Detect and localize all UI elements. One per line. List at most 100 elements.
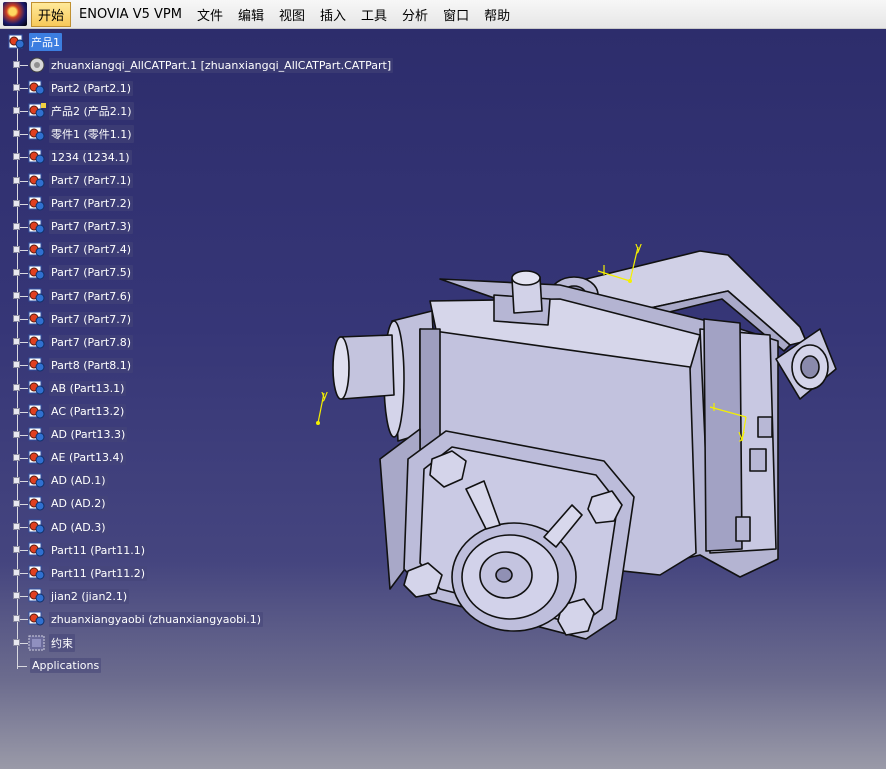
expand-toggle-icon[interactable] — [13, 153, 20, 161]
tree-node[interactable]: Part8 (Part8.1) — [12, 355, 134, 375]
expand-toggle-icon[interactable] — [13, 222, 20, 230]
tree-node-label[interactable]: AD (AD.3) — [49, 519, 108, 535]
expand-toggle-icon[interactable] — [13, 523, 20, 530]
tree-node[interactable]: Part11 (Part11.2) — [12, 563, 147, 583]
menu-view[interactable]: 视图 — [272, 2, 312, 27]
expand-toggle-icon[interactable] — [13, 268, 20, 276]
tree-node[interactable]: Part7 (Part7.3) — [12, 217, 134, 237]
tree-node-label[interactable]: Part7 (Part7.3) — [49, 219, 134, 235]
tree-node[interactable]: Part7 (Part7.6) — [12, 286, 134, 306]
expand-toggle-icon[interactable] — [13, 315, 20, 323]
expand-toggle-icon[interactable] — [13, 384, 20, 392]
tree-node-label[interactable]: Part7 (Part7.4) — [49, 242, 134, 258]
tree-node[interactable]: jian2 (jian2.1) — [12, 586, 130, 606]
tree-node[interactable]: 约束 — [12, 633, 75, 653]
tree-node-label[interactable]: AD (Part13.3) — [49, 427, 128, 443]
tree-node-label[interactable]: Part7 (Part7.5) — [49, 265, 134, 281]
tree-node[interactable]: AB (Part13.1) — [12, 378, 127, 398]
tree-node[interactable]: 零件1 (零件1.1) — [12, 124, 134, 144]
tree-node-label[interactable]: AC (Part13.2) — [49, 404, 127, 419]
menu-enovia[interactable]: ENOVIA V5 VPM — [72, 4, 189, 25]
tree-node[interactable]: Part7 (Part7.2) — [12, 194, 134, 214]
expand-toggle-icon[interactable] — [13, 546, 20, 554]
menu-tools[interactable]: 工具 — [354, 2, 394, 27]
expand-toggle-icon[interactable] — [13, 107, 20, 115]
tree-node[interactable]: Part2 (Part2.1) — [12, 78, 134, 98]
tree-node-label[interactable]: Part8 (Part8.1) — [49, 357, 134, 373]
tree-root[interactable]: 产品1 — [8, 32, 62, 52]
tree-node[interactable]: AD (AD.1) — [12, 471, 108, 491]
menu-edit[interactable]: 编辑 — [231, 2, 271, 27]
tree-node[interactable]: AD (AD.3) — [12, 517, 108, 537]
expand-toggle-icon[interactable] — [13, 592, 20, 600]
tree-connector — [12, 378, 28, 398]
product-gear-icon — [8, 34, 25, 49]
menu-analyze[interactable]: 分析 — [395, 2, 435, 27]
part-gear-icon — [28, 611, 45, 626]
expand-toggle-icon[interactable] — [13, 361, 20, 369]
tree-node[interactable]: Part7 (Part7.5) — [12, 263, 134, 283]
expand-toggle-icon[interactable] — [13, 615, 20, 623]
expand-toggle-icon[interactable] — [13, 199, 20, 207]
expand-toggle-icon[interactable] — [13, 638, 20, 646]
tree-node-label[interactable]: 1234 (1234.1) — [49, 149, 132, 165]
expand-toggle-icon[interactable] — [13, 176, 20, 184]
expand-toggle-icon[interactable] — [13, 338, 20, 346]
tree-node[interactable]: 1234 (1234.1) — [12, 147, 132, 167]
tree-node-label[interactable]: AE (Part13.4) — [49, 450, 126, 466]
tree-node[interactable]: Part7 (Part7.8) — [12, 332, 134, 352]
tree-node-label[interactable]: jian2 (jian2.1) — [49, 588, 130, 604]
tree-node-label[interactable]: Part7 (Part7.2) — [49, 196, 134, 212]
tree-node-label[interactable]: 产品2 (产品2.1) — [49, 102, 134, 121]
expand-toggle-icon[interactable] — [13, 476, 20, 484]
tree-node[interactable]: AD (Part13.3) — [12, 425, 128, 445]
tree-node-label[interactable]: 约束 — [49, 633, 75, 652]
tree-node[interactable]: Part7 (Part7.7) — [12, 309, 134, 329]
tree-node-label[interactable]: AD (AD.2) — [49, 496, 108, 512]
menu-help[interactable]: 帮助 — [477, 2, 517, 27]
expand-toggle-icon[interactable] — [13, 245, 20, 253]
tree-node-label[interactable]: Part7 (Part7.6) — [49, 288, 134, 304]
tree-node-label[interactable]: zhuanxiangyaobi (zhuanxiangyaobi.1) — [49, 611, 263, 627]
expand-toggle-icon[interactable] — [13, 130, 20, 138]
tree-node[interactable]: 产品2 (产品2.1) — [12, 101, 134, 121]
menu-insert[interactable]: 插入 — [313, 2, 353, 27]
tree-root-label[interactable]: 产品1 — [29, 33, 62, 51]
menu-start[interactable]: 开始 — [31, 1, 72, 27]
tree-node-label[interactable]: Part7 (Part7.1) — [49, 173, 134, 188]
tree-node[interactable]: zhuanxiangyaobi (zhuanxiangyaobi.1) — [12, 609, 263, 629]
tree-node-label[interactable]: AD (AD.1) — [49, 473, 108, 489]
tree-node[interactable]: Part11 (Part11.1) — [12, 540, 147, 560]
tree-node-label[interactable]: Part11 (Part11.2) — [49, 565, 147, 581]
tree-connector — [12, 78, 28, 98]
expand-toggle-icon[interactable] — [13, 61, 20, 68]
tree-node-label[interactable]: 零件1 (零件1.1) — [49, 125, 134, 144]
tree-node-label[interactable]: Part7 (Part7.8) — [49, 334, 134, 350]
expand-toggle-icon[interactable] — [13, 453, 20, 461]
tree-node[interactable]: AC (Part13.2) — [12, 402, 127, 422]
tree-node[interactable]: Part7 (Part7.1) — [12, 171, 134, 191]
tree-applications[interactable]: Applications — [14, 655, 102, 676]
tree-node[interactable]: Part7 (Part7.4) — [12, 240, 134, 260]
menu-window[interactable]: 窗口 — [436, 2, 476, 27]
tree-node-label[interactable]: Part2 (Part2.1) — [49, 80, 134, 96]
tree-node-label[interactable]: zhuanxiangqi_AllCATPart.1 [zhuanxiangqi_… — [49, 57, 394, 73]
tree-node-label[interactable]: Part11 (Part11.1) — [49, 542, 147, 558]
catia-logo-icon[interactable] — [3, 2, 27, 26]
part-gear-icon — [28, 588, 45, 603]
tree-node[interactable]: AD (AD.2) — [12, 494, 108, 514]
menu-file[interactable]: 文件 — [190, 2, 230, 27]
expand-toggle-icon[interactable] — [13, 292, 20, 299]
expand-toggle-icon[interactable] — [13, 430, 20, 438]
tree-node[interactable]: AE (Part13.4) — [12, 448, 126, 468]
part-body-icon — [29, 57, 45, 73]
3d-viewport[interactable]: y y y 产品1 zhuanxiangqi_AllCATPart.1 [zhu… — [0, 29, 886, 769]
expand-toggle-icon[interactable] — [13, 84, 20, 92]
tree-applications-label[interactable]: Applications — [30, 658, 102, 674]
tree-node-label[interactable]: AB (Part13.1) — [49, 380, 127, 396]
expand-toggle-icon[interactable] — [13, 407, 20, 415]
expand-toggle-icon[interactable] — [13, 569, 20, 577]
expand-toggle-icon[interactable] — [13, 499, 20, 507]
tree-node[interactable]: zhuanxiangqi_AllCATPart.1 [zhuanxiangqi_… — [12, 55, 394, 75]
tree-node-label[interactable]: Part7 (Part7.7) — [49, 311, 134, 327]
